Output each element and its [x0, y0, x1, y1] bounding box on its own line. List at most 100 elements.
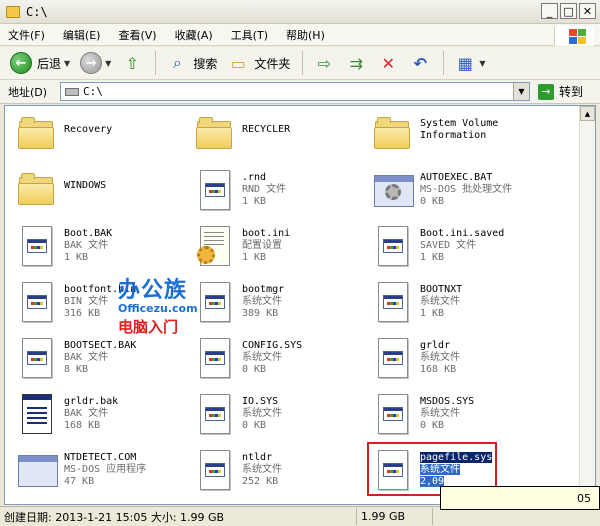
- search-button[interactable]: ⌕ 搜索: [162, 50, 221, 76]
- file-name: BOOTNXT: [420, 284, 463, 295]
- file-type: BAK 文件: [64, 408, 109, 419]
- file-details: boot.ini 配置设置 1 KB: [242, 224, 290, 264]
- back-label: 后退: [37, 56, 62, 71]
- forward-button[interactable]: → ▼: [76, 50, 115, 76]
- file-type: BAK 文件: [64, 240, 109, 251]
- views-button[interactable]: ▦ ▼: [450, 50, 489, 76]
- file-name: Boot.ini.saved: [420, 228, 505, 239]
- file-icon: [193, 168, 237, 214]
- file-type: SAVED 文件: [420, 240, 477, 251]
- move-to-button[interactable]: ⇨: [309, 50, 339, 76]
- tooltip: 05: [440, 486, 600, 510]
- file-item[interactable]: CONFIG.SYS 系统文件 0 KB: [193, 336, 371, 392]
- menu-file[interactable]: 文件(F): [8, 27, 45, 43]
- folder-icon: [15, 112, 59, 158]
- file-item[interactable]: grldr 系统文件 168 KB: [371, 336, 549, 392]
- search-icon: ⌕: [172, 53, 182, 72]
- menu-tools[interactable]: 工具(T): [231, 27, 268, 43]
- views-icon: ▦: [457, 53, 473, 73]
- go-label: 转到: [559, 85, 584, 99]
- copy-to-icon: ⇉: [349, 53, 364, 73]
- file-item[interactable]: RECYCLER: [193, 112, 371, 168]
- file-details: AUTOEXEC.BAT MS-DOS 批处理文件 0 KB: [420, 168, 512, 208]
- chevron-down-icon[interactable]: ▼: [105, 59, 111, 68]
- file-item[interactable]: System Volume Information: [371, 112, 549, 168]
- back-button[interactable]: ← 后退 ▼: [6, 50, 74, 76]
- file-item[interactable]: Recovery: [15, 112, 193, 168]
- undo-icon: ↶: [413, 53, 428, 73]
- toolbar-separator: [443, 51, 445, 75]
- close-button[interactable]: ✕: [579, 3, 596, 19]
- file-size: 1 KB: [420, 308, 445, 319]
- chevron-down-icon[interactable]: ▼: [513, 83, 529, 100]
- menu-help[interactable]: 帮助(H): [286, 27, 325, 43]
- file-item[interactable]: BOOTNXT 系统文件 1 KB: [371, 280, 549, 336]
- menu-edit[interactable]: 编辑(E): [63, 27, 101, 43]
- file-item[interactable]: grldr.bak BAK 文件 168 KB: [15, 392, 193, 448]
- minimize-button[interactable]: _: [541, 3, 558, 19]
- file-details: BOOTNXT 系统文件 1 KB: [420, 280, 462, 320]
- file-icon: [193, 336, 237, 382]
- file-item[interactable]: BOOTSECT.BAK BAK 文件 8 KB: [15, 336, 193, 392]
- file-item[interactable]: AUTOEXEC.BAT MS-DOS 批处理文件 0 KB: [371, 168, 549, 224]
- copy-to-button[interactable]: ⇉: [341, 50, 371, 76]
- move-to-icon: ⇨: [317, 53, 332, 73]
- forward-arrow-icon: →: [80, 52, 103, 74]
- file-item[interactable]: NTDETECT.COM MS-DOS 应用程序 47 KB: [15, 448, 193, 504]
- file-name: AUTOEXEC.BAT: [420, 172, 493, 183]
- file-item[interactable]: bootfont.bin BIN 文件 316 KB: [15, 280, 193, 336]
- file-item[interactable]: .rnd RND 文件 1 KB: [193, 168, 371, 224]
- file-icon: [15, 280, 59, 326]
- vertical-scrollbar[interactable]: ▲ ▼: [579, 106, 595, 504]
- file-type: 系统文件: [420, 408, 460, 419]
- file-icon: [371, 336, 415, 382]
- file-size: 47 KB: [64, 476, 95, 487]
- file-item[interactable]: bootmgr 系统文件 389 KB: [193, 280, 371, 336]
- delete-button[interactable]: ✕: [373, 50, 403, 76]
- scroll-up-icon[interactable]: ▲: [580, 106, 595, 121]
- file-item[interactable]: Boot.ini.saved SAVED 文件 1 KB: [371, 224, 549, 280]
- file-item[interactable]: MSDOS.SYS 系统文件 0 KB: [371, 392, 549, 448]
- status-details: 创建日期: 2013-1-21 15:05 大小: 1.99 GB: [4, 510, 225, 524]
- file-item[interactable]: IO.SYS 系统文件 0 KB: [193, 392, 371, 448]
- menu-view[interactable]: 查看(V): [118, 27, 156, 43]
- file-icon: [371, 224, 415, 270]
- file-item[interactable]: Boot.BAK BAK 文件 1 KB: [15, 224, 193, 280]
- folder-icon: [193, 112, 237, 158]
- toolbar-separator: [302, 51, 304, 75]
- up-button[interactable]: ⇧: [117, 50, 147, 76]
- menu-bar: 文件(F) 编辑(E) 查看(V) 收藏(A) 工具(T) 帮助(H): [0, 24, 600, 46]
- file-name: ntldr: [242, 452, 273, 463]
- file-item[interactable]: boot.ini 配置设置 1 KB: [193, 224, 371, 280]
- maximize-button[interactable]: □: [560, 3, 577, 19]
- delete-icon: ✕: [381, 53, 396, 73]
- go-button[interactable]: → 转到: [538, 83, 583, 100]
- file-size: 389 KB: [242, 308, 279, 319]
- chevron-down-icon[interactable]: ▼: [64, 59, 70, 68]
- file-details: grldr.bak BAK 文件 168 KB: [64, 392, 118, 432]
- undo-button[interactable]: ↶: [405, 50, 435, 76]
- go-arrow-icon: →: [538, 83, 554, 100]
- file-item[interactable]: WINDOWS: [15, 168, 193, 224]
- file-details: MSDOS.SYS 系统文件 0 KB: [420, 392, 474, 432]
- file-size: 1 KB: [242, 252, 267, 263]
- address-input[interactable]: C:\ ▼: [60, 82, 530, 101]
- file-details: CONFIG.SYS 系统文件 0 KB: [242, 336, 302, 376]
- file-icon: [371, 392, 415, 438]
- file-icon: [193, 448, 237, 494]
- folders-button[interactable]: ▭ 文件夹: [223, 50, 294, 76]
- file-size: 0 KB: [242, 420, 267, 431]
- file-details: IO.SYS 系统文件 0 KB: [242, 392, 282, 432]
- file-list[interactable]: Recovery RECYCLER System Volume Information…: [4, 105, 596, 505]
- folder-up-icon: ⇧: [125, 53, 140, 73]
- file-size: 0 KB: [420, 420, 445, 431]
- menu-favorites[interactable]: 收藏(A): [175, 27, 213, 43]
- file-name: grldr.bak: [64, 396, 119, 407]
- chevron-down-icon[interactable]: ▼: [479, 59, 485, 68]
- file-item[interactable]: ntldr 系统文件 252 KB: [193, 448, 371, 504]
- file-name: Boot.BAK: [64, 228, 113, 239]
- file-details: pagefile.sys 系统文件 2,09: [420, 448, 493, 488]
- file-type: 系统文件: [242, 408, 282, 419]
- title-bar[interactable]: C:\ _ □ ✕: [0, 0, 600, 24]
- file-details: ntldr 系统文件 252 KB: [242, 448, 282, 488]
